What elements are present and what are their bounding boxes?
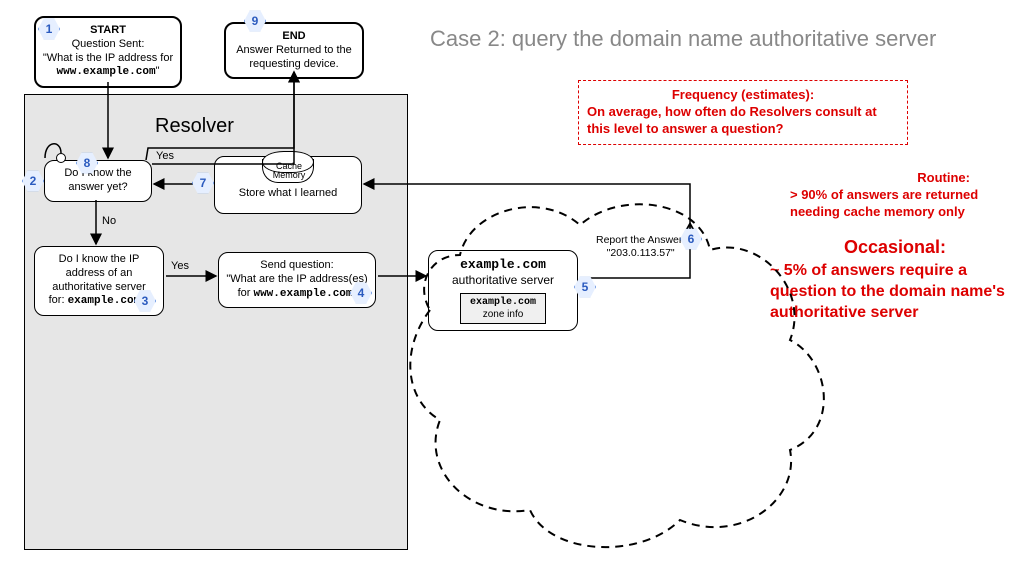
know-auth-l3: authoritative server — [52, 281, 146, 293]
edge-yes-1: Yes — [156, 150, 174, 162]
zone-info-box: example.com zone info — [460, 293, 546, 324]
resolver-label: Resolver — [155, 115, 234, 138]
cache-store: Store what I learned — [239, 187, 337, 199]
send-q-l1: Send question: — [260, 259, 333, 271]
step-marker-6: 6 — [680, 228, 702, 250]
step-2-num: 2 — [30, 174, 37, 188]
routine-body: > 90% of answers are returned needing ca… — [790, 187, 978, 219]
send-q-for: for — [238, 287, 251, 299]
frequency-body: On average, how often do Resolvers consu… — [587, 104, 877, 136]
auth-label: authoritative server — [452, 273, 554, 287]
send-q-domain: www.example.com — [253, 288, 352, 300]
know-auth-for: for: — [49, 294, 65, 306]
zone-label: zone info — [483, 309, 524, 320]
step-3-num: 3 — [142, 294, 149, 308]
step-6-num: 6 — [688, 232, 695, 246]
know-auth-domain: example.com — [68, 295, 141, 307]
start-line2: "What is the IP address for — [43, 52, 173, 64]
edge-no: No — [102, 215, 116, 227]
end-line2: requesting device. — [249, 58, 338, 70]
start-quote-close: " — [156, 65, 160, 77]
frequency-title: Frequency (estimates): — [587, 87, 899, 104]
report-l1: Report the Answer: — [596, 234, 685, 246]
start-domain: www.example.com — [57, 66, 156, 78]
step-marker-7: 7 — [192, 172, 214, 194]
frequency-box: Frequency (estimates): On average, how o… — [578, 80, 908, 145]
routine-title: Routine: — [790, 170, 970, 187]
step-marker-1: 1 — [38, 18, 60, 40]
step-marker-4: 4 — [350, 282, 372, 304]
start-heading: START — [90, 24, 126, 36]
step-8-num: 8 — [84, 156, 91, 170]
start-line1: Question Sent: — [72, 38, 145, 50]
edge-yes-2: Yes — [171, 260, 189, 272]
step-marker-8: 8 — [76, 152, 98, 174]
send-q-l2: "What are the IP address(es) — [226, 273, 367, 285]
know-auth-l1: Do I know the IP — [59, 253, 140, 265]
occasional-title: Occasional: — [770, 236, 1020, 259]
zone-domain: example.com — [470, 297, 536, 308]
step-7-num: 7 — [200, 176, 207, 190]
know-answer-node: Do I know the answer yet? — [44, 160, 152, 202]
occasional-body: ~ 5% of answers require a question to th… — [770, 262, 1005, 321]
end-line1: Answer Returned to the — [236, 44, 352, 56]
know-answer-l2: answer yet? — [68, 181, 127, 193]
page-title: Case 2: query the domain name authoritat… — [430, 26, 936, 52]
report-ip: "203.0.113.57" — [607, 247, 675, 259]
auth-domain: example.com — [460, 257, 546, 272]
report-answer-label: Report the Answer: "203.0.113.57" — [596, 234, 685, 259]
step-4-num: 4 — [358, 286, 365, 300]
know-auth-l2: address of an — [66, 267, 133, 279]
step-marker-5: 5 — [574, 276, 596, 298]
routine-text: Routine: > 90% of answers are returned n… — [790, 170, 1010, 221]
step-marker-9: 9 — [244, 10, 266, 32]
cache-label-wrap: Cache Memory — [269, 162, 309, 181]
step-5-num: 5 — [582, 280, 589, 294]
auth-server-node: example.com authoritative server example… — [428, 250, 578, 331]
loop-connector — [56, 153, 66, 163]
occasional-text: Occasional: ~ 5% of answers require a qu… — [770, 236, 1020, 324]
cache-label2: Memory — [273, 170, 306, 180]
step-1-num: 1 — [46, 22, 53, 36]
end-heading: END — [282, 30, 305, 42]
step-marker-3: 3 — [134, 290, 156, 312]
step-marker-2: 2 — [22, 170, 44, 192]
step-9-num: 9 — [252, 14, 259, 28]
